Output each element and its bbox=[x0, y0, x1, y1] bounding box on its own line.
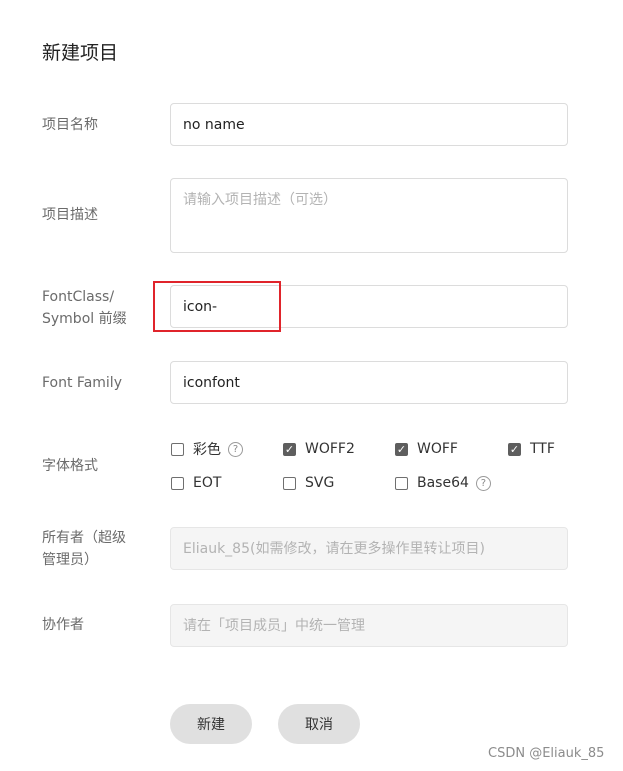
help-icon[interactable]: ? bbox=[475, 475, 491, 491]
checkbox-eot[interactable] bbox=[171, 476, 184, 490]
prefix-label: FontClass/ Symbol 前缀 bbox=[42, 286, 127, 330]
collaborators-label: 协作者 bbox=[42, 617, 84, 633]
font-family-input[interactable] bbox=[170, 361, 568, 404]
checkbox-woff2[interactable]: ✓ bbox=[283, 442, 296, 456]
project-desc-textarea[interactable] bbox=[170, 178, 568, 253]
format-label-woff: WOFF bbox=[417, 441, 458, 457]
help-icon[interactable]: ? bbox=[228, 441, 243, 457]
cancel-button[interactable]: 取消 bbox=[278, 704, 360, 744]
checkbox-ttf[interactable]: ✓ bbox=[508, 442, 521, 456]
format-option-ttf[interactable]: ✓ TTF bbox=[508, 439, 555, 459]
owner-label-line2: 管理员） bbox=[42, 552, 98, 568]
collaborators-input bbox=[170, 604, 568, 647]
prefix-label-line1: FontClass/ bbox=[42, 289, 115, 305]
page-title: 新建项目 bbox=[42, 42, 119, 64]
owner-label: 所有者（超级 管理员） bbox=[42, 527, 126, 571]
format-option-svg[interactable]: SVG bbox=[283, 473, 334, 493]
format-label-color: 彩色 bbox=[193, 442, 221, 458]
highlight-box bbox=[153, 281, 281, 332]
format-label-woff2: WOFF2 bbox=[305, 441, 355, 457]
format-option-woff2[interactable]: ✓ WOFF2 bbox=[283, 439, 355, 459]
watermark: CSDN @Eliauk_85 bbox=[488, 746, 605, 761]
checkbox-woff[interactable]: ✓ bbox=[395, 442, 408, 456]
project-name-input[interactable] bbox=[170, 103, 568, 146]
format-label-svg: SVG bbox=[305, 475, 335, 491]
checkbox-base64[interactable] bbox=[395, 476, 408, 490]
format-option-woff[interactable]: ✓ WOFF bbox=[395, 439, 458, 459]
format-option-color[interactable]: 彩色 ? bbox=[171, 439, 243, 459]
create-button[interactable]: 新建 bbox=[170, 704, 252, 744]
font-family-label: Font Family bbox=[42, 375, 122, 391]
format-label-ttf: TTF bbox=[530, 441, 555, 457]
checkbox-svg[interactable] bbox=[283, 476, 296, 490]
format-option-eot[interactable]: EOT bbox=[171, 473, 221, 493]
checkbox-color[interactable] bbox=[171, 442, 184, 456]
owner-label-line1: 所有者（超级 bbox=[42, 530, 126, 546]
format-label-base64: Base64 bbox=[417, 475, 469, 491]
owner-input bbox=[170, 527, 568, 570]
format-option-base64[interactable]: Base64 ? bbox=[395, 473, 491, 493]
project-name-label: 项目名称 bbox=[42, 117, 98, 133]
project-desc-label: 项目描述 bbox=[42, 207, 98, 223]
formats-label: 字体格式 bbox=[42, 458, 98, 474]
format-label-eot: EOT bbox=[193, 475, 222, 491]
prefix-label-line2: Symbol 前缀 bbox=[42, 311, 127, 327]
